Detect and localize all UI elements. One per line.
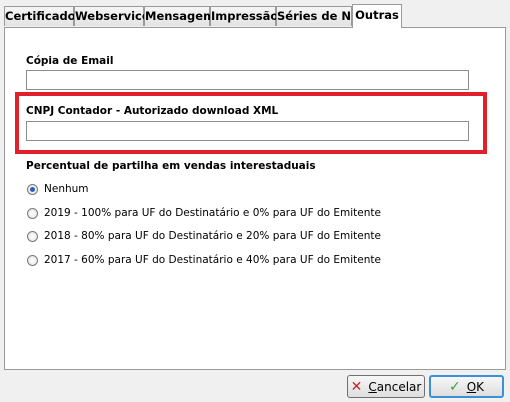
radio-option-nenhum[interactable]: Nenhum [27,181,89,197]
tab-mensagem[interactable]: Mensagem [144,6,215,26]
tab-impressao[interactable]: Impressão [210,6,278,26]
tab-certificado[interactable]: Certificado [4,6,76,26]
cancel-button-label: Cancelar [368,379,422,394]
cancel-button[interactable]: ✕ Cancelar [347,375,425,398]
cancel-icon: ✕ [350,378,363,395]
tab-panel-outras: Cópia de Email CNPJ Contador - Autorizad… [4,27,506,370]
ok-button-label: OK [466,379,485,394]
checkmark-icon: ✓ [448,378,461,395]
radio-button[interactable] [27,207,38,219]
copia-email-input[interactable] [26,70,469,90]
tab-series-nfe[interactable]: Séries de NFe [276,6,366,26]
cnpj-contador-input[interactable] [26,121,469,141]
radio-label: 2018 - 80% para UF do Destinatário e 20%… [44,230,381,242]
radio-label: Nenhum [44,183,89,195]
ok-button[interactable]: ✓ OK [429,375,504,398]
radio-option-2019[interactable]: 2019 - 100% para UF do Destinatário e 0%… [27,205,381,221]
radio-button[interactable] [27,230,38,242]
radio-button[interactable] [27,254,38,266]
radio-option-2018[interactable]: 2018 - 80% para UF do Destinatário e 20%… [27,228,381,244]
radio-label: 2017 - 60% para UF do Destinatário e 40%… [44,254,381,266]
radio-option-2017[interactable]: 2017 - 60% para UF do Destinatário e 40%… [27,252,381,268]
radio-label: 2019 - 100% para UF do Destinatário e 0%… [44,207,381,219]
partilha-label: Percentual de partilha em vendas interes… [26,160,316,172]
copia-email-label: Cópia de Email [26,55,114,67]
tab-outras[interactable]: Outras [352,4,402,28]
tab-webservice[interactable]: Webservice [74,6,150,26]
cnpj-contador-label: CNPJ Contador - Autorizado download XML [26,105,279,117]
radio-button-checked[interactable] [27,183,38,195]
